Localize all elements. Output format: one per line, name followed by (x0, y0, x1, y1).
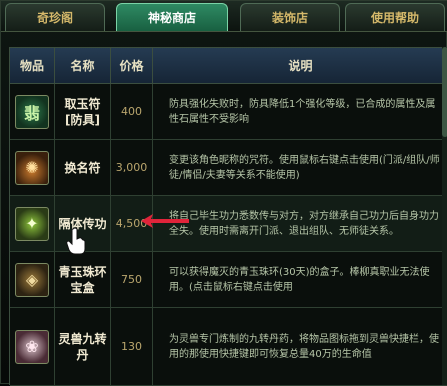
header-item: 物品 (10, 48, 55, 84)
scroll-thumb[interactable] (442, 47, 447, 137)
item-price: 130 (111, 308, 153, 385)
fire-talisman-icon[interactable]: ✺ (15, 150, 49, 185)
table-row[interactable]: 翡 取玉符[防具] 400 防具强化失败时，防具降低1个强化等级，已合成的属性及… (10, 84, 447, 140)
pill-icon[interactable]: ❀ (15, 329, 49, 364)
tab-help[interactable]: 使用帮助 (345, 3, 445, 31)
item-description: 将自己毕生功力悉数传与对方，对方继承自己功力后自身功力全失。使用时需离开门派、退… (169, 210, 439, 237)
item-name: 灵兽九转丹 (55, 308, 111, 385)
item-name: 取玉符[防具] (55, 84, 111, 139)
red-arrow-icon (141, 214, 189, 228)
item-price: 400 (111, 84, 153, 139)
header-price: 价格 (111, 48, 153, 84)
table-row[interactable]: ✺ 换名符 3,000 变更该角色昵称的咒符。使用鼠标右键点击使用(门派/组队/… (10, 140, 447, 196)
jade-box-icon[interactable]: ◈ (15, 262, 49, 297)
item-description: 变更该角色昵称的咒符。使用鼠标右键点击使用(门派/组队/师徒/情侣/夫妻等关系不… (169, 154, 440, 181)
shop-tab-bar: 奇珍阁 神秘商店 装饰店 使用帮助 (1, 1, 447, 32)
item-description: 防具强化失败时，防具降低1个强化等级，已合成的属性及属性石属性不受影响 (169, 98, 436, 125)
header-name: 名称 (55, 48, 111, 84)
mystery-shop-window: 奇珍阁 神秘商店 装饰店 使用帮助 物品 名称 价格 说明 翡 取玉符[防具] … (0, 0, 447, 386)
item-name: 青玉珠环宝盒 (55, 252, 111, 307)
item-description: 为灵兽专门炼制的九转丹药，将物品图标拖到灵兽快捷栏，使用的那使用快捷键即可恢复总… (169, 333, 439, 360)
item-description: 可以获得魔灭的青玉珠环(30天)的盒子。棒柳真职业无法使用。(点击鼠标右键点击使… (169, 266, 430, 293)
tab-treasure-pavilion[interactable]: 奇珍阁 (5, 3, 105, 31)
jade-talisman-icon[interactable]: 翡 (15, 94, 49, 129)
item-price: 750 (111, 252, 153, 307)
header-description: 说明 (153, 48, 447, 84)
green-talisman-icon[interactable]: ✦ (15, 206, 49, 241)
item-price: 3,000 (111, 140, 153, 195)
item-table: 物品 名称 价格 说明 翡 取玉符[防具] 400 防具强化失败时，防具降低1个… (9, 47, 447, 386)
table-row[interactable]: ❀ 灵兽九转丹 130 为灵兽专门炼制的九转丹药，将物品图标拖到灵兽快捷栏，使用… (10, 308, 447, 386)
tab-decoration-shop[interactable]: 装饰店 (240, 3, 340, 31)
item-name: 换名符 (55, 140, 111, 195)
scrollbar[interactable] (442, 47, 447, 385)
hand-cursor-icon (66, 227, 86, 255)
table-row[interactable]: ◈ 青玉珠环宝盒 750 可以获得魔灭的青玉珠环(30天)的盒子。棒柳真职业无法… (10, 252, 447, 308)
tab-mystery-shop[interactable]: 神秘商店 (116, 3, 228, 31)
